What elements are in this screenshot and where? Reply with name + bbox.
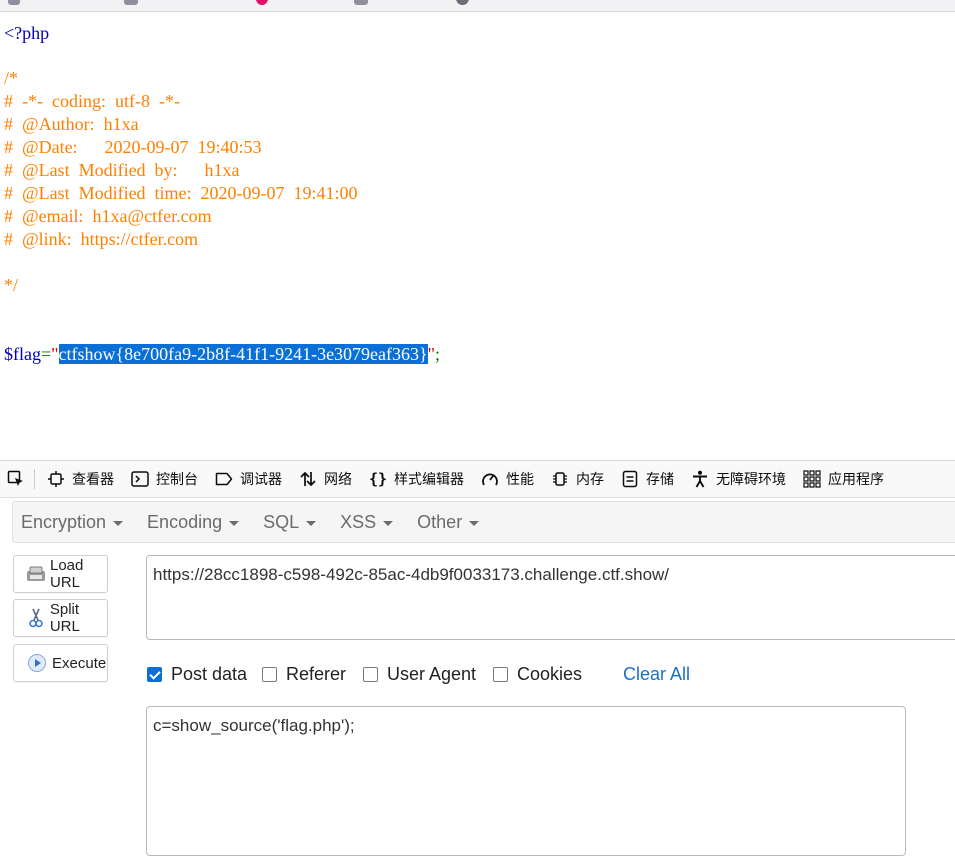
- tab-label: 调试器: [240, 471, 282, 487]
- comment-line: # @Date: 2020-09-07 19:40:53: [4, 137, 262, 157]
- split-url-button[interactable]: Split URL: [13, 599, 108, 637]
- tab-icon[interactable]: [354, 0, 368, 5]
- caret-down-icon: [383, 520, 394, 526]
- menu-xss[interactable]: XSS: [332, 511, 394, 533]
- caret-down-icon: [229, 520, 240, 526]
- comment-close: */: [4, 275, 19, 295]
- storage-icon: [621, 470, 639, 488]
- assign-operator: =: [40, 344, 52, 364]
- execute-button[interactable]: Execute: [13, 644, 108, 682]
- tab-console[interactable]: 控制台: [123, 461, 207, 497]
- tab-label: 查看器: [72, 471, 114, 487]
- load-url-button[interactable]: Load URL: [13, 555, 108, 593]
- tab-style-editor[interactable]: {} 样式编辑器: [361, 461, 473, 497]
- php-open-tag: <?php: [4, 23, 50, 43]
- toolbar-divider: [34, 469, 35, 489]
- style-editor-icon: {}: [368, 470, 388, 488]
- load-url-label: Load URL: [50, 557, 84, 591]
- console-icon: [131, 470, 149, 488]
- option-label: Referer: [286, 664, 347, 684]
- url-textarea[interactable]: https://28cc1898-c598-492c-85ac-4db9f003…: [146, 555, 955, 640]
- split-url-label: Split URL: [49, 601, 80, 635]
- user-agent-option[interactable]: User Agent: [363, 664, 476, 685]
- caret-down-icon: [469, 520, 480, 526]
- quote-close: ": [427, 344, 436, 364]
- hackbar-menu: Encryption Encoding SQL XSS Other: [12, 501, 955, 543]
- referer-checkbox[interactable]: [262, 667, 277, 682]
- tab-performance[interactable]: 性能: [473, 461, 543, 497]
- tab-debugger[interactable]: 调试器: [207, 461, 291, 497]
- memory-icon: [551, 470, 569, 488]
- execute-label: Execute: [52, 654, 107, 672]
- comment-line: # @Last Modified by: h1xa: [4, 160, 240, 180]
- inspector-icon: [47, 470, 65, 488]
- user-agent-checkbox[interactable]: [363, 667, 378, 682]
- php-source-view: <?php /* # -*- coding: utf-8 -*- # @Auth…: [0, 12, 955, 460]
- menu-other[interactable]: Other: [409, 511, 480, 533]
- load-url-icon: [26, 563, 46, 585]
- tab-application[interactable]: 应用程序: [795, 461, 893, 497]
- option-label: Cookies: [517, 664, 583, 684]
- menu-label: Encryption: [21, 511, 107, 532]
- element-picker-icon[interactable]: [2, 461, 30, 497]
- clear-all-link[interactable]: Clear All: [623, 664, 690, 685]
- tab-network[interactable]: 网络: [291, 461, 361, 497]
- tab-inspector[interactable]: 查看器: [39, 461, 123, 497]
- tab-label: 内存: [576, 471, 604, 487]
- tab-storage[interactable]: 存储: [613, 461, 683, 497]
- tab-label: 无障碍环境: [716, 471, 786, 487]
- comment-line: # @email: h1xa@ctfer.com: [4, 206, 212, 226]
- post-data-option[interactable]: Post data: [147, 664, 247, 685]
- accessibility-icon: [691, 470, 709, 488]
- tab-label: 存储: [646, 471, 674, 487]
- browser-tab-strip: [0, 0, 955, 12]
- referer-option[interactable]: Referer: [262, 664, 346, 685]
- tab-label: 控制台: [156, 471, 198, 487]
- devtools-toolbar: 查看器 控制台 调试器 网络 {} 样式编辑器 性能 内存 存储 无障碍环境 应…: [0, 460, 955, 498]
- caret-down-icon: [113, 520, 124, 526]
- scissors-icon: [26, 607, 46, 629]
- cookies-checkbox[interactable]: [493, 667, 508, 682]
- tab-icon[interactable]: [124, 0, 138, 5]
- tab-icon[interactable]: [8, 0, 20, 5]
- tab-label: 样式编辑器: [394, 471, 464, 487]
- option-label: Post data: [171, 664, 248, 684]
- post-data-checkbox[interactable]: [147, 667, 162, 682]
- tab-label: 应用程序: [828, 471, 884, 487]
- menu-label: Other: [417, 511, 463, 532]
- comment-line: # @Author: h1xa: [4, 114, 139, 134]
- post-data-textarea[interactable]: c=show_source('flag.php');: [146, 706, 906, 856]
- cookies-option[interactable]: Cookies: [493, 664, 582, 685]
- menu-sql[interactable]: SQL: [255, 511, 317, 533]
- comment-line: # @link: https://ctfer.com: [4, 229, 199, 249]
- globe-icon[interactable]: [456, 0, 469, 5]
- menu-label: XSS: [340, 511, 377, 532]
- application-icon: [803, 470, 821, 488]
- menu-label: SQL: [263, 511, 300, 532]
- flag-value-selected[interactable]: ctfshow{8e700fa9-2b8f-41f1-9241-3e3079ea…: [58, 344, 428, 364]
- caret-down-icon: [306, 520, 317, 526]
- tab-accessibility[interactable]: 无障碍环境: [683, 461, 795, 497]
- play-icon: [26, 652, 48, 674]
- comment-line: # @Last Modified time: 2020-09-07 19:41:…: [4, 183, 358, 203]
- tab-icon[interactable]: [256, 0, 268, 5]
- comment-line: # -*- coding: utf-8 -*-: [4, 91, 180, 111]
- network-icon: [299, 470, 317, 488]
- debugger-icon: [215, 470, 233, 488]
- tab-label: 网络: [324, 471, 352, 487]
- comment-open: /*: [4, 68, 19, 88]
- menu-encoding[interactable]: Encoding: [139, 511, 240, 533]
- menu-encryption[interactable]: Encryption: [13, 511, 124, 533]
- quote-open: ": [51, 344, 59, 364]
- tab-memory[interactable]: 内存: [543, 461, 613, 497]
- menu-label: Encoding: [147, 511, 223, 532]
- flag-variable: $flag: [4, 344, 41, 364]
- statement-terminator: ;: [435, 344, 441, 364]
- flag-assignment: $flag="ctfshow{8e700fa9-2b8f-41f1-9241-3…: [4, 343, 440, 366]
- post-body-text: c=show_source('flag.php');: [153, 716, 355, 735]
- tab-label: 性能: [506, 471, 534, 487]
- option-label: User Agent: [387, 664, 477, 684]
- performance-icon: [481, 470, 499, 488]
